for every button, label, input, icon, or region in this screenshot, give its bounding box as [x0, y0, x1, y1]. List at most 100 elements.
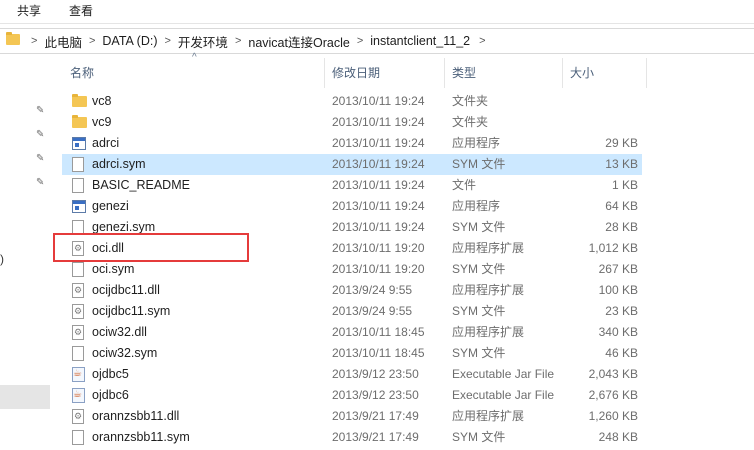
file-size: 267 KB — [598, 262, 638, 276]
file-size: 46 KB — [605, 346, 638, 360]
file-name: ocijdbc11.sym — [92, 304, 171, 318]
file-row[interactable]: genezi 2013/10/11 19:24 应用程序 64 KB — [62, 196, 642, 217]
column-header-size[interactable]: 大小 — [562, 58, 646, 88]
file-size: 248 KB — [598, 430, 638, 444]
breadcrumb: > 此电脑 > DATA (D:) > 开发环境 > navicat连接Orac… — [24, 29, 486, 53]
file-type: SYM 文件 — [452, 304, 506, 318]
file-size: 1,260 KB — [588, 409, 638, 423]
chevron-right-icon[interactable]: > — [31, 35, 37, 47]
file-size — [562, 91, 638, 112]
column-header-date[interactable]: 修改日期 — [324, 58, 444, 88]
pin-icon[interactable]: ✎ — [36, 178, 46, 188]
file-size: 64 KB — [605, 199, 638, 213]
file-row[interactable]: oci.sym 2013/10/11 19:20 SYM 文件 267 KB — [62, 259, 642, 280]
file-row[interactable]: ocijdbc11.sym 2013/9/24 9:55 SYM 文件 23 K… — [62, 301, 642, 322]
ribbon-tabs: 共享 查看 — [0, 0, 754, 22]
file-icon — [72, 220, 84, 235]
file-name: BASIC_README — [92, 178, 190, 192]
file-name: orannzsbb11.sym — [92, 430, 190, 444]
file-row[interactable]: genezi.sym 2013/10/11 19:24 SYM 文件 28 KB — [62, 217, 642, 238]
file-icon — [72, 157, 84, 172]
file-icon — [72, 178, 84, 193]
column-header-type[interactable]: 类型 — [444, 58, 562, 88]
file-icon — [72, 346, 84, 361]
file-row[interactable]: ociw32.sym 2013/10/11 18:45 SYM 文件 46 KB — [62, 343, 642, 364]
column-header-name[interactable]: 名称 — [62, 58, 324, 88]
file-date: 2013/10/11 18:45 — [332, 346, 425, 360]
file-row[interactable]: ojdbc6 2013/9/12 23:50 Executable Jar Fi… — [62, 385, 642, 406]
file-type: SYM 文件 — [452, 220, 506, 234]
file-row[interactable]: vc8 2013/10/11 19:24 文件夹 — [62, 91, 642, 112]
file-size: 100 KB — [598, 283, 638, 297]
file-row[interactable]: orannzsbb11.sym 2013/9/21 17:49 SYM 文件 2… — [62, 427, 642, 448]
file-row[interactable]: adrci 2013/10/11 19:24 应用程序 29 KB — [62, 133, 642, 154]
file-date: 2013/9/12 23:50 — [332, 388, 419, 402]
file-date: 2013/10/11 19:24 — [332, 115, 425, 129]
file-type: SYM 文件 — [452, 262, 506, 276]
file-name: oci.sym — [92, 262, 135, 276]
file-date: 2013/10/11 19:24 — [332, 157, 425, 171]
pin-icon[interactable]: ✎ — [36, 154, 46, 164]
file-size: 1 KB — [611, 178, 638, 192]
file-row[interactable]: ocijdbc11.dll 2013/9/24 9:55 应用程序扩展 100 … — [62, 280, 642, 301]
file-size: 28 KB — [605, 220, 638, 234]
navigation-pane[interactable]: ✎ ✎ ✎ ✎ ) — [0, 54, 50, 450]
breadcrumb-instantclient[interactable]: instantclient_11_2 — [370, 34, 470, 48]
file-type: Executable Jar File — [452, 367, 555, 381]
chevron-right-icon[interactable]: > — [235, 35, 241, 47]
file-name: vc8 — [92, 94, 112, 108]
file-date: 2013/9/12 23:50 — [332, 367, 419, 381]
breadcrumb-dev-env[interactable]: 开发环境 — [178, 32, 228, 51]
column-headers: ^ 名称 修改日期 类型 大小 — [62, 52, 647, 88]
tab-view[interactable]: 查看 — [69, 2, 93, 20]
file-name: adrci — [92, 136, 120, 150]
file-name: ojdbc6 — [92, 388, 129, 402]
breadcrumb-this-pc[interactable]: 此电脑 — [44, 32, 82, 51]
file-icon — [72, 430, 84, 445]
breadcrumb-navicat-oracle[interactable]: navicat连接Oracle — [248, 32, 349, 51]
file-type: 应用程序扩展 — [452, 241, 525, 255]
file-type: 应用程序扩展 — [452, 325, 525, 339]
file-row[interactable]: BASIC_README 2013/10/11 19:24 文件 1 KB — [62, 175, 642, 196]
file-row-selected[interactable]: adrci.sym 2013/10/11 19:24 SYM 文件 13 KB — [62, 154, 642, 175]
file-date: 2013/10/11 18:45 — [332, 325, 425, 339]
file-date: 2013/10/11 19:24 — [332, 136, 425, 150]
folder-icon — [6, 32, 20, 45]
file-row[interactable]: oci.dll 2013/10/11 19:20 应用程序扩展 1,012 KB — [62, 238, 642, 259]
nav-item-fragment[interactable]: ) — [0, 252, 4, 266]
nav-selected-item[interactable] — [0, 385, 50, 409]
java-jar-icon — [72, 388, 85, 403]
column-divider[interactable] — [646, 58, 647, 88]
file-size: 2,043 KB — [588, 367, 638, 381]
file-name: ojdbc5 — [92, 367, 129, 381]
file-type: SYM 文件 — [452, 430, 506, 444]
file-type: SYM 文件 — [452, 346, 506, 360]
chevron-right-icon[interactable]: > — [479, 35, 485, 47]
dll-icon — [72, 241, 84, 256]
address-bar[interactable]: > 此电脑 > DATA (D:) > 开发环境 > navicat连接Orac… — [0, 28, 754, 54]
file-size: 13 KB — [605, 157, 638, 171]
breadcrumb-data-drive[interactable]: DATA (D:) — [102, 34, 157, 48]
folder-icon — [72, 94, 87, 107]
file-type: SYM 文件 — [452, 157, 506, 171]
file-size: 340 KB — [598, 325, 638, 339]
file-row[interactable]: vc9 2013/10/11 19:24 文件夹 — [62, 112, 642, 133]
chevron-right-icon[interactable]: > — [357, 35, 363, 47]
file-row[interactable]: orannzsbb11.dll 2013/9/21 17:49 应用程序扩展 1… — [62, 406, 642, 427]
ribbon-divider — [0, 23, 754, 24]
file-name: adrci.sym — [92, 157, 146, 171]
file-type: 文件 — [452, 178, 477, 192]
chevron-right-icon[interactable]: > — [89, 35, 95, 47]
file-row[interactable]: ojdbc5 2013/9/12 23:50 Executable Jar Fi… — [62, 364, 642, 385]
file-name: ociw32.dll — [92, 325, 147, 339]
file-date: 2013/10/11 19:24 — [332, 220, 425, 234]
tab-share[interactable]: 共享 — [17, 2, 41, 20]
file-date: 2013/9/21 17:49 — [332, 430, 419, 444]
pin-icon[interactable]: ✎ — [36, 106, 46, 116]
file-date: 2013/9/24 9:55 — [332, 283, 413, 297]
file-icon — [72, 262, 84, 277]
file-row[interactable]: ociw32.dll 2013/10/11 18:45 应用程序扩展 340 K… — [62, 322, 642, 343]
file-type: 应用程序扩展 — [452, 283, 525, 297]
chevron-right-icon[interactable]: > — [164, 35, 170, 47]
pin-icon[interactable]: ✎ — [36, 130, 46, 140]
